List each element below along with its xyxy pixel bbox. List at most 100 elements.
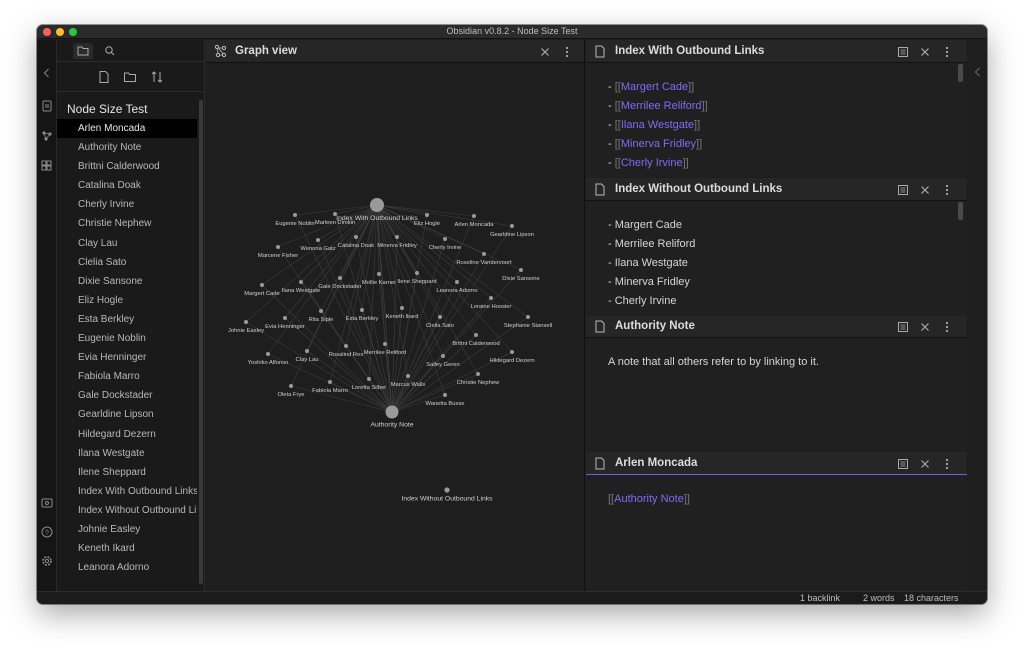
graph-node[interactable] xyxy=(455,280,459,284)
file-item[interactable]: Cherly Irvine xyxy=(57,195,197,214)
graph-node[interactable] xyxy=(438,315,442,319)
file-item[interactable]: Index With Outbound Links xyxy=(57,482,197,501)
more-options-icon[interactable] xyxy=(941,183,953,196)
graph-node[interactable] xyxy=(395,235,399,239)
graph-node[interactable] xyxy=(489,296,493,300)
internal-link[interactable]: Authority Note xyxy=(614,493,684,505)
chevron-left-icon[interactable] xyxy=(40,66,54,80)
backlink-count[interactable]: 1 backlink xyxy=(800,593,840,603)
file-item[interactable]: Index Without Outbound Links xyxy=(57,501,197,520)
graph-node[interactable] xyxy=(425,213,429,217)
preview-toggle-icon[interactable] xyxy=(897,320,909,332)
file-item[interactable]: Gearldine Lipson xyxy=(57,405,197,424)
graph-node[interactable] xyxy=(441,354,445,358)
close-icon[interactable] xyxy=(919,183,931,195)
graph-node[interactable] xyxy=(474,333,478,337)
graph-node[interactable] xyxy=(266,352,270,356)
graph-node[interactable] xyxy=(370,198,384,212)
file-item[interactable]: Clelia Sato xyxy=(57,253,197,272)
pane-scrollbar[interactable] xyxy=(958,202,963,220)
graph-node[interactable] xyxy=(406,374,410,378)
graph-node[interactable] xyxy=(526,315,530,319)
file-item[interactable]: Keneth Ikard xyxy=(57,539,197,558)
file-item[interactable]: Hildegard Dezern xyxy=(57,425,197,444)
graph-node[interactable] xyxy=(319,309,323,313)
note-content[interactable]: - Margert Cade - Merrilee Reliford - Ilana… xyxy=(608,216,947,311)
vault-name[interactable]: Node Size Test xyxy=(67,102,148,116)
graph-node[interactable] xyxy=(289,384,293,388)
file-item[interactable]: Catalina Doak xyxy=(57,176,197,195)
more-options-icon[interactable] xyxy=(941,457,953,470)
graph-node[interactable] xyxy=(328,380,332,384)
internal-link[interactable]: Merrilee Reliford xyxy=(621,100,702,112)
note-content[interactable]: - [[Margert Cade]] - [[Merrilee Reliford]… xyxy=(608,78,947,173)
file-item[interactable]: Johnie Easley xyxy=(57,520,197,539)
file-item[interactable]: Clay Lau xyxy=(57,234,197,253)
file-item[interactable]: Gale Dockstader xyxy=(57,386,197,405)
file-item[interactable]: Eugenie Noblin xyxy=(57,329,197,348)
graph-node[interactable] xyxy=(472,214,476,218)
graph-node[interactable] xyxy=(519,268,523,272)
graph-node[interactable] xyxy=(482,252,486,256)
file-item[interactable]: Ilana Westgate xyxy=(57,444,197,463)
graph-node[interactable] xyxy=(415,271,419,275)
pane-scrollbar[interactable] xyxy=(958,64,963,82)
graph-node[interactable] xyxy=(305,349,309,353)
note-content[interactable]: [[Authority Note]] xyxy=(608,490,947,509)
graph-icon[interactable] xyxy=(40,129,54,143)
more-options-icon[interactable] xyxy=(561,45,573,58)
graph-node[interactable] xyxy=(377,272,381,276)
internal-link[interactable]: Ilana Westgate xyxy=(621,119,694,131)
close-icon[interactable] xyxy=(539,45,551,57)
sidebar-scrollbar[interactable] xyxy=(199,100,203,584)
graph-node[interactable] xyxy=(385,405,399,419)
graph-node[interactable] xyxy=(344,344,348,348)
note-content[interactable]: A note that all others refer to by linki… xyxy=(608,353,947,372)
vault-icon[interactable] xyxy=(40,496,54,510)
new-note-icon[interactable] xyxy=(97,70,111,84)
file-item[interactable]: Dixie Sansone xyxy=(57,272,197,291)
graph-node[interactable] xyxy=(360,308,364,312)
graph-node[interactable] xyxy=(443,237,447,241)
file-item[interactable]: Christie Nephew xyxy=(57,214,197,233)
open-note-icon[interactable] xyxy=(40,99,54,113)
graph-canvas[interactable]: Index With Outbound LinksAuthority NoteI… xyxy=(206,64,585,591)
graph-node[interactable] xyxy=(444,487,450,493)
close-icon[interactable] xyxy=(919,45,931,57)
graph-node[interactable] xyxy=(383,342,387,346)
more-options-icon[interactable] xyxy=(941,45,953,58)
graph-node[interactable] xyxy=(367,377,371,381)
preview-toggle-icon[interactable] xyxy=(897,45,909,57)
file-item[interactable]: Authority Note xyxy=(57,138,197,157)
file-item[interactable]: Eliz Hogle xyxy=(57,291,197,310)
file-item[interactable]: Ilene Sheppard xyxy=(57,463,197,482)
help-icon[interactable]: ? xyxy=(40,525,54,539)
graph-node[interactable] xyxy=(476,372,480,376)
graph-node[interactable] xyxy=(283,316,287,320)
close-icon[interactable] xyxy=(919,320,931,332)
graph-node[interactable] xyxy=(293,213,297,217)
graph-node[interactable] xyxy=(400,306,404,310)
graph-node[interactable] xyxy=(333,212,337,216)
file-item[interactable]: Esta Berkley xyxy=(57,310,197,329)
graph-node[interactable] xyxy=(260,283,264,287)
graph-node[interactable] xyxy=(299,280,303,284)
more-options-icon[interactable] xyxy=(941,320,953,333)
graph-node[interactable] xyxy=(510,224,514,228)
sort-icon[interactable] xyxy=(150,70,164,84)
graph-node[interactable] xyxy=(510,350,514,354)
graph-node[interactable] xyxy=(443,393,447,397)
tab-search[interactable] xyxy=(100,43,120,59)
graph-node[interactable] xyxy=(338,276,342,280)
internal-link[interactable]: Cherly Irvine xyxy=(621,157,683,169)
settings-icon[interactable] xyxy=(40,554,54,568)
file-item[interactable]: Arlen Moncada xyxy=(57,119,197,139)
preview-toggle-icon[interactable] xyxy=(897,183,909,195)
file-item[interactable]: Leanora Adorno xyxy=(57,558,197,577)
tab-file-explorer[interactable] xyxy=(73,43,93,59)
file-item[interactable]: Evia Henninger xyxy=(57,348,197,367)
close-icon[interactable] xyxy=(919,457,931,469)
new-folder-icon[interactable] xyxy=(123,70,137,84)
file-item[interactable]: Brittni Calderwood xyxy=(57,157,197,176)
graph-node[interactable] xyxy=(276,245,280,249)
